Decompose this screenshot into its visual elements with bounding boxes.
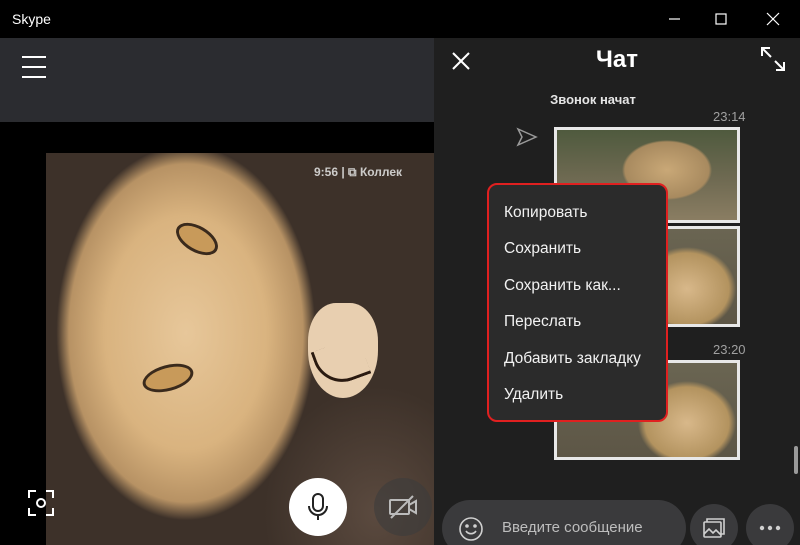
remote-video: 9:56 | ⧉ Коллек — [46, 153, 434, 545]
expand-icon — [761, 47, 785, 71]
more-options-button[interactable] — [746, 504, 794, 545]
call-pane: 9:56 | ⧉ Коллек — [0, 38, 434, 545]
chat-title: Чат — [596, 46, 638, 73]
gallery-button[interactable] — [690, 504, 738, 545]
maximize-icon — [715, 13, 727, 25]
microphone-button[interactable] — [289, 478, 347, 536]
menu-item-save[interactable]: Сохранить — [489, 231, 666, 267]
menu-item-save-as[interactable]: Сохранить как... — [489, 268, 666, 304]
menu-item-delete[interactable]: Удалить — [489, 377, 666, 413]
message-timestamp: 23:14 — [713, 109, 746, 124]
message-timestamp: 23:20 — [713, 342, 746, 357]
focus-icon[interactable] — [28, 490, 54, 516]
camera-off-icon — [389, 495, 417, 519]
menu-item-bookmark[interactable]: Добавить закладку — [489, 341, 666, 377]
scrollbar[interactable] — [794, 446, 798, 474]
gallery-icon — [703, 518, 725, 538]
menu-item-forward[interactable]: Переслать — [489, 304, 666, 340]
context-menu: Копировать Сохранить Сохранить как... Пе… — [487, 183, 668, 422]
microphone-icon — [308, 493, 328, 520]
expand-button[interactable] — [760, 46, 786, 72]
call-started-message: Звонок начат — [550, 92, 636, 107]
title-bar: Skype — [0, 0, 800, 38]
message-composer — [442, 500, 686, 545]
maximize-button[interactable] — [698, 0, 744, 38]
lion-eye-left — [170, 216, 224, 262]
camera-button[interactable] — [374, 478, 432, 536]
window-title: Skype — [12, 11, 51, 27]
lion-eye-right — [139, 358, 197, 398]
call-header — [0, 38, 434, 122]
minimize-button[interactable] — [652, 0, 698, 38]
send-icon — [516, 127, 538, 147]
message-input[interactable] — [502, 519, 682, 536]
close-icon — [766, 12, 780, 26]
window-close-button[interactable] — [750, 0, 796, 38]
minimize-icon — [669, 18, 680, 20]
menu-item-copy[interactable]: Копировать — [489, 195, 666, 231]
more-icon — [759, 525, 781, 531]
hamburger-icon[interactable] — [22, 56, 46, 78]
video-overlay-text: 9:56 | ⧉ Коллек — [314, 165, 403, 179]
emoji-icon[interactable] — [458, 516, 484, 542]
